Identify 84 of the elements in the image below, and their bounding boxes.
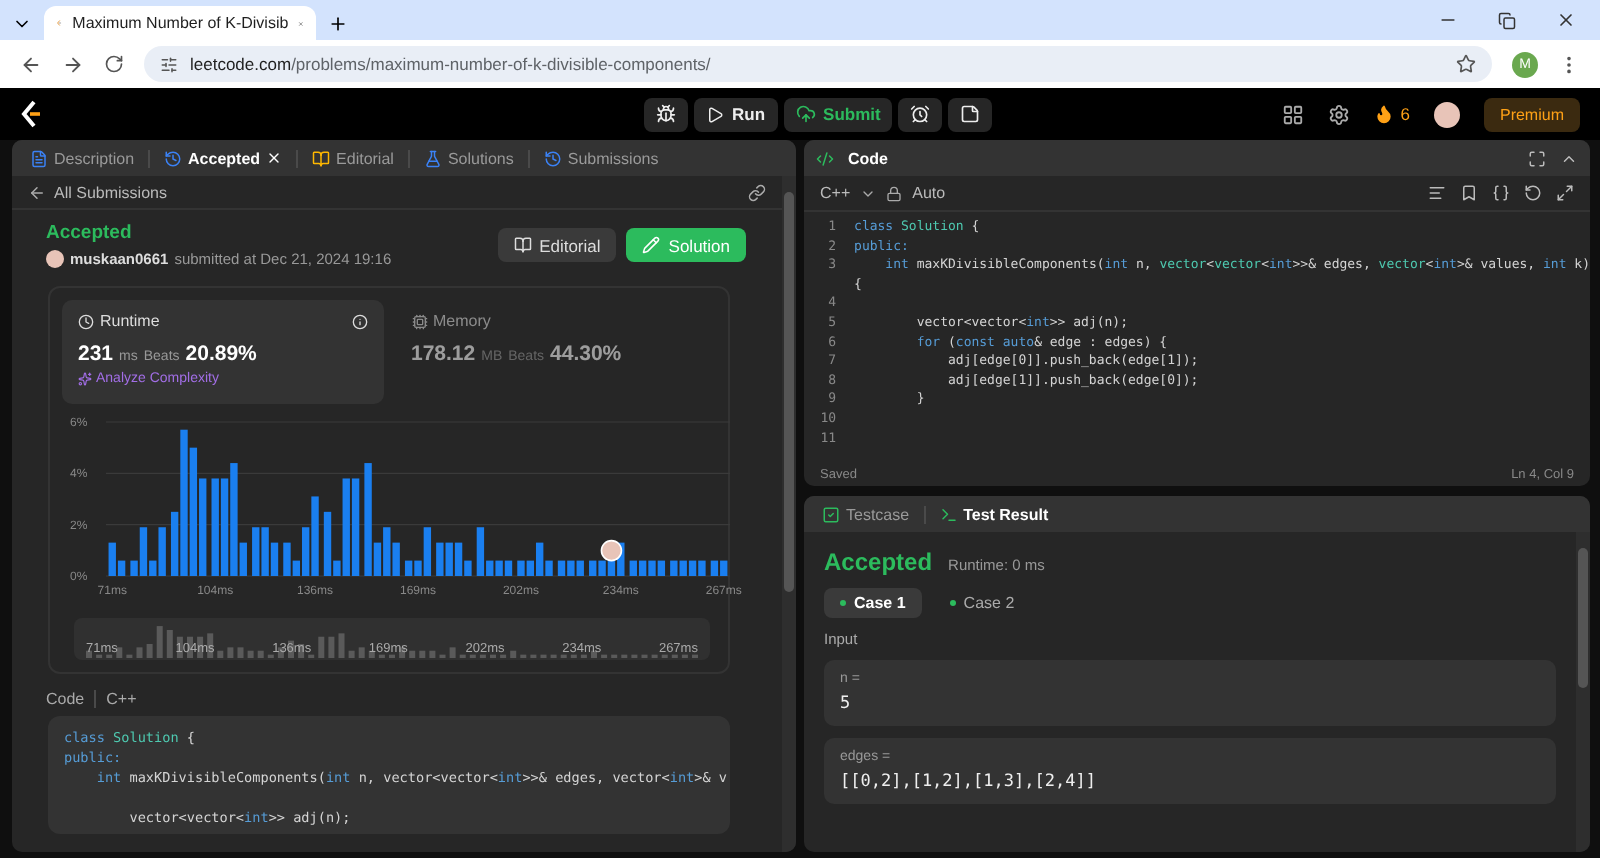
clock-icon: [78, 313, 94, 329]
leetcode-logo[interactable]: [20, 100, 44, 128]
sparkles-icon: [78, 372, 92, 386]
panel-tab[interactable]: Accepted: [158, 149, 289, 167]
code-label: Code: [46, 690, 85, 708]
alarm-clock-icon: [910, 104, 931, 124]
close-icon[interactable]: [1556, 10, 1576, 30]
submission-status: Accepted: [46, 222, 134, 244]
address-bar[interactable]: leetcode.com/problems/maximum-number-of-k-divisible-components/: [144, 46, 1492, 82]
note-icon: [960, 104, 981, 124]
panel-tab[interactable]: Submissions: [537, 149, 665, 167]
user-avatar: [46, 250, 64, 268]
notes-button[interactable]: [948, 97, 993, 131]
flame-icon: [1374, 104, 1395, 124]
settings-icon[interactable]: [1328, 103, 1351, 125]
history-icon: [164, 149, 183, 167]
avatar-marker: [600, 539, 623, 562]
braces-icon[interactable]: [1492, 184, 1510, 202]
new-tab-icon[interactable]: [328, 14, 348, 34]
forward-icon[interactable]: [62, 53, 84, 75]
code-icon: [816, 149, 834, 167]
submit-button[interactable]: Submit: [783, 97, 893, 131]
reload-icon[interactable]: [104, 54, 124, 74]
case-tab[interactable]: Case 1: [824, 588, 922, 618]
cloud-upload-icon: [795, 104, 816, 124]
user-avatar[interactable]: [1433, 101, 1460, 127]
format-icon[interactable]: [1428, 184, 1446, 202]
language-selector[interactable]: C++: [820, 184, 851, 202]
timer-button[interactable]: [898, 97, 943, 131]
panel-tab[interactable]: Solutions: [417, 149, 520, 167]
streak-counter[interactable]: 6: [1374, 104, 1410, 124]
editorial-button[interactable]: Editorial: [497, 228, 617, 262]
case-tab[interactable]: Case 2: [933, 588, 1031, 618]
debug-button[interactable]: [644, 97, 688, 131]
book-icon: [312, 149, 331, 167]
checkbox-icon: [822, 505, 840, 523]
fullscreen-icon[interactable]: [1528, 149, 1546, 167]
result-status: Accepted: [824, 548, 933, 576]
bookmark-star-icon[interactable]: [1456, 54, 1476, 74]
mode-label[interactable]: Auto: [912, 184, 946, 202]
variable-value: [[0,2],[1,2],[1,3],[2,4]]: [840, 772, 1098, 792]
clock-icon: [543, 149, 562, 167]
beats-value: 44.30%: [550, 342, 622, 366]
stat-title: Memory: [433, 312, 491, 330]
restore-icon[interactable]: [1498, 11, 1516, 29]
panel-tab[interactable]: Test Result: [933, 505, 1055, 523]
chip-icon: [411, 313, 427, 329]
close-icon[interactable]: [266, 150, 283, 166]
info-icon: [351, 313, 367, 329]
terminal-icon: [939, 505, 958, 523]
scrollbar-thumb[interactable]: [1578, 548, 1588, 688]
back-arrow-icon: [28, 183, 46, 201]
stat-title: Runtime: [100, 312, 160, 330]
all-submissions-link[interactable]: All Submissions: [54, 183, 167, 201]
panel-title: Code: [846, 149, 890, 167]
status-dot: [949, 600, 956, 606]
panel-tab[interactable]: Editorial: [306, 149, 400, 167]
status-dot: [840, 600, 846, 606]
link-icon[interactable]: [748, 183, 766, 201]
panel-tab[interactable]: Testcase: [816, 505, 916, 523]
stat-value: 178.12: [411, 342, 476, 366]
back-icon[interactable]: [20, 53, 42, 75]
tab-title: Maximum Number of K-Divisib: [72, 14, 289, 32]
bookmark-icon[interactable]: [1460, 184, 1478, 202]
variable-value: 5: [840, 694, 853, 714]
site-settings-icon[interactable]: [160, 55, 178, 73]
bug-icon: [656, 104, 676, 124]
beats-value: 20.89%: [185, 342, 257, 366]
play-icon: [706, 105, 724, 123]
grid-icon[interactable]: [1282, 103, 1305, 125]
language-label: C++: [106, 690, 137, 708]
panel-tab[interactable]: Description: [24, 149, 141, 167]
pencil-icon: [642, 236, 661, 254]
book-icon: [513, 236, 532, 254]
run-button[interactable]: Run: [694, 97, 778, 131]
expand-icon[interactable]: [1556, 184, 1574, 202]
document-icon: [30, 149, 48, 167]
stat-value: 231: [78, 342, 114, 366]
browser-tab[interactable]: Maximum Number of K-Divisib: [44, 6, 316, 40]
premium-button[interactable]: Premium: [1483, 97, 1580, 131]
reset-icon[interactable]: [1524, 184, 1542, 202]
flask-icon: [423, 149, 442, 167]
scrollbar-thumb[interactable]: [784, 192, 794, 592]
lock-icon: [886, 185, 903, 201]
